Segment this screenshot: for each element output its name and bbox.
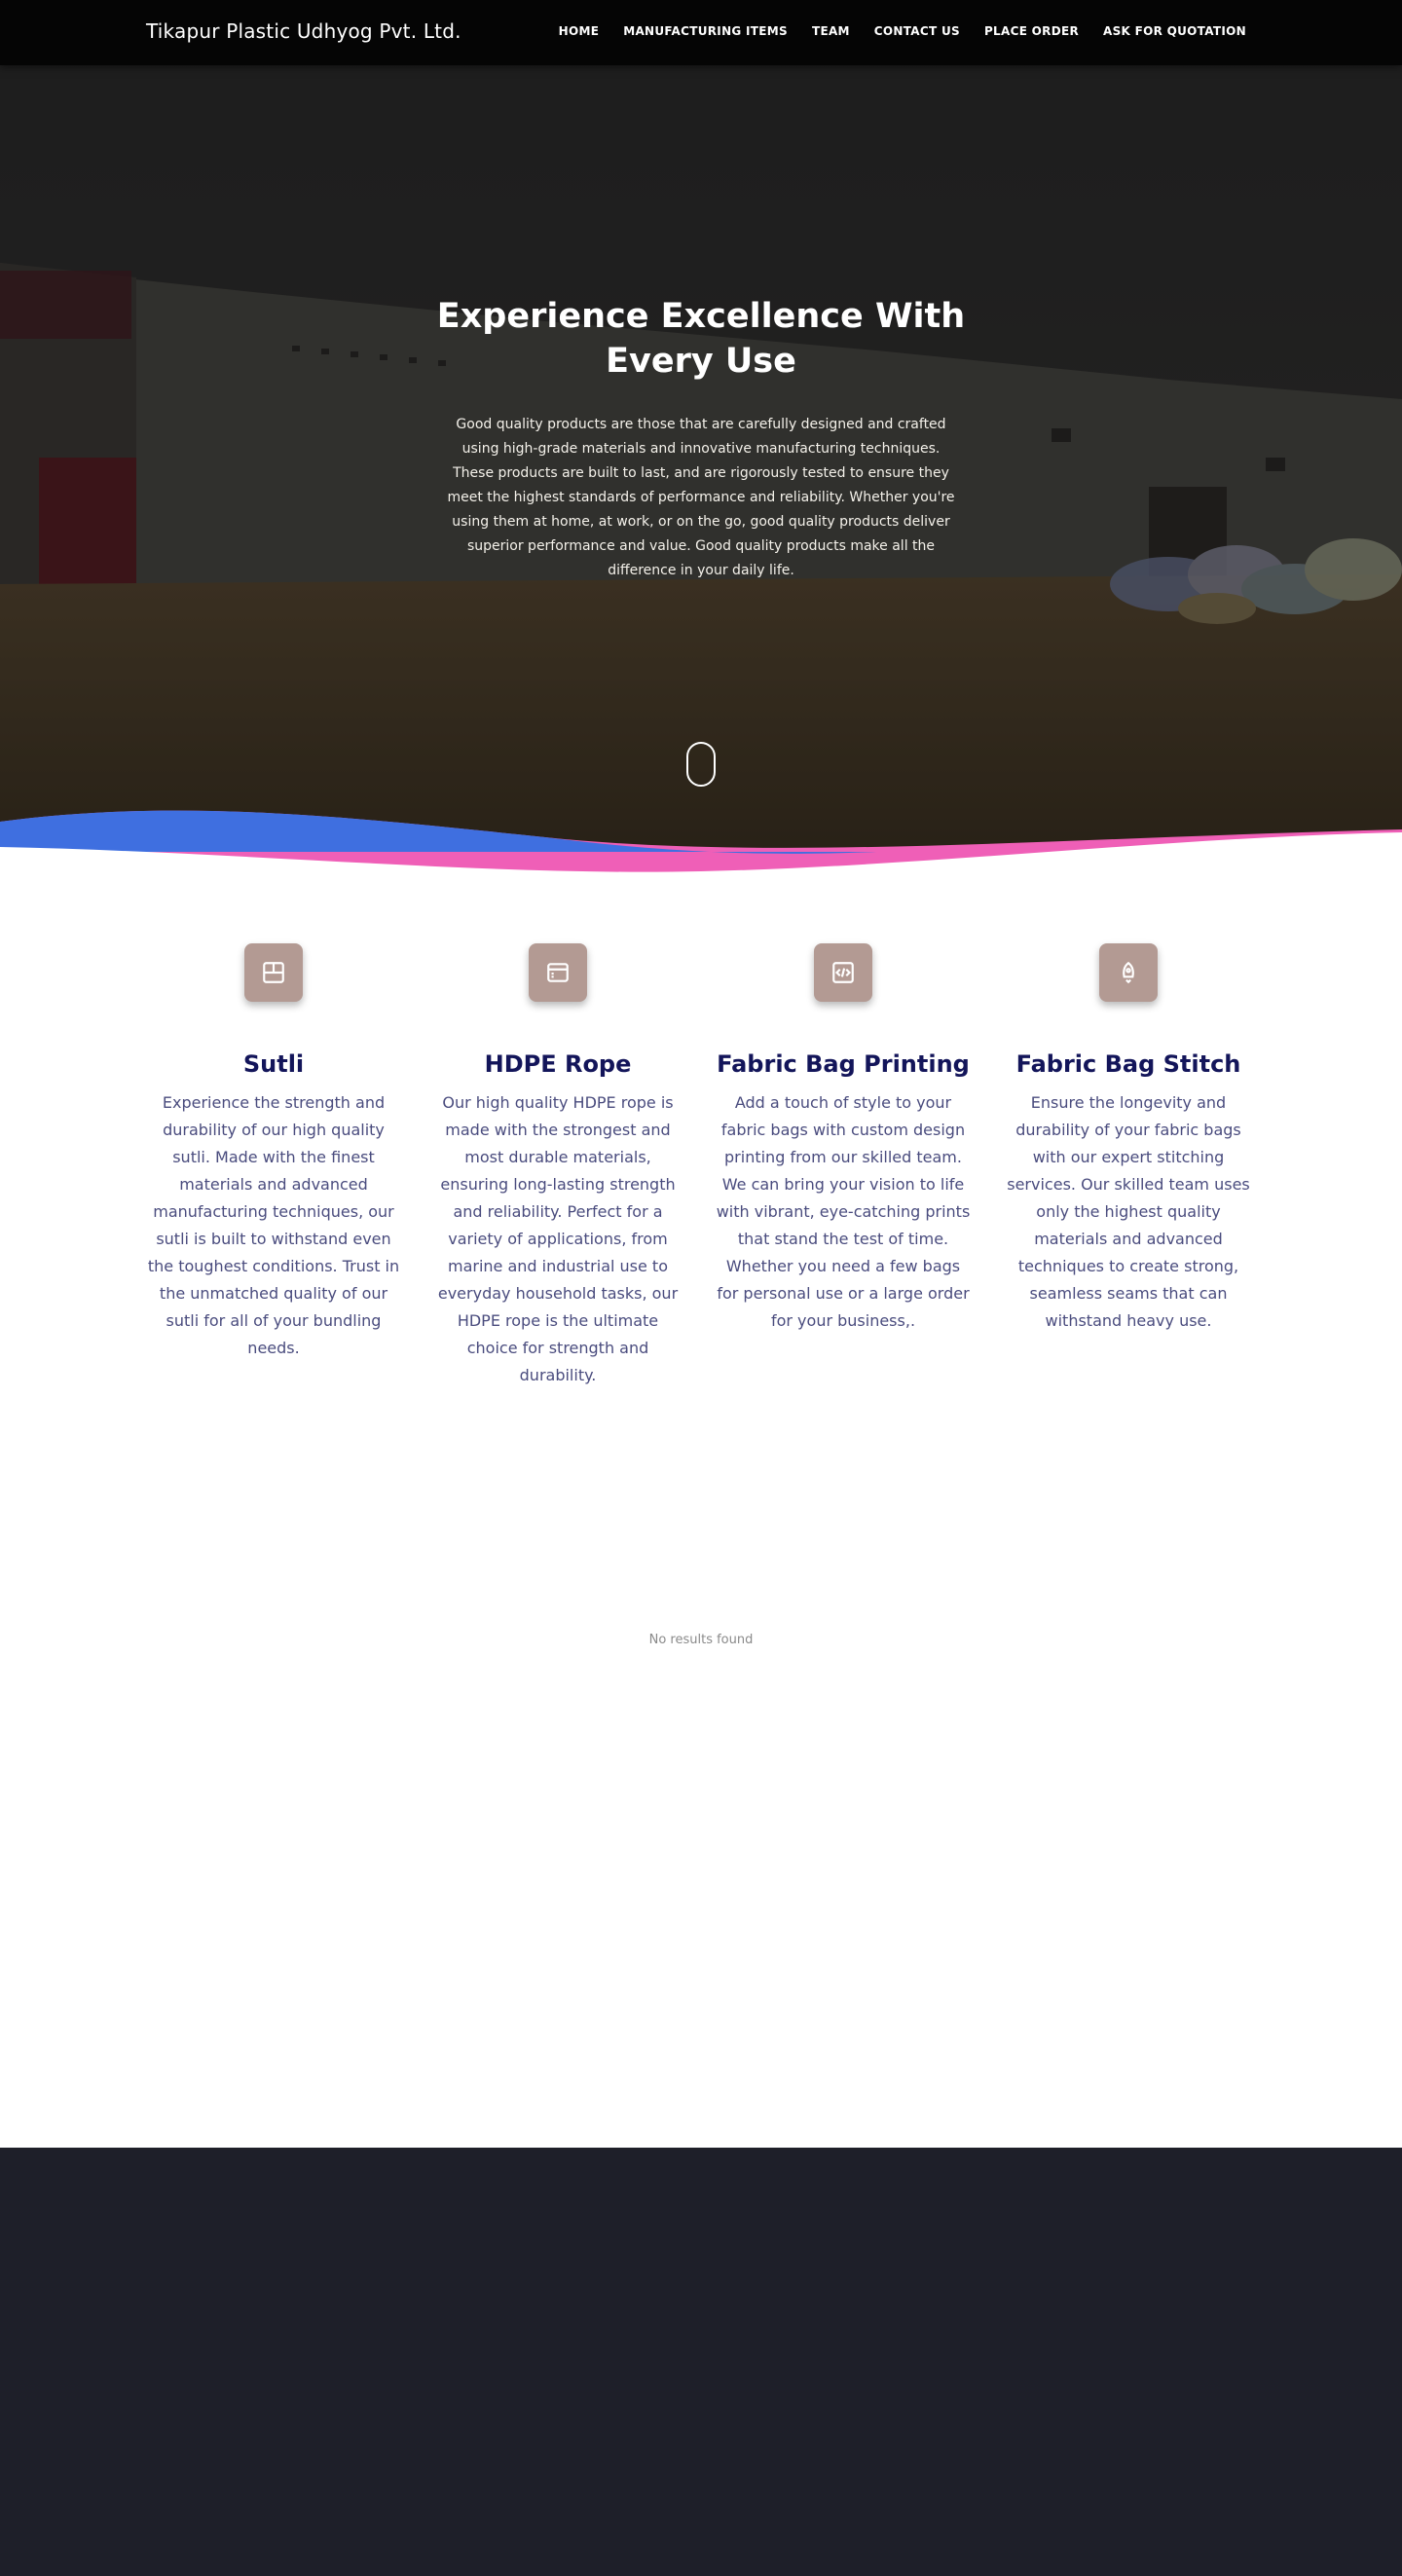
service-description: Experience the strength and durability o… xyxy=(147,1093,400,1357)
rocket-icon xyxy=(1099,943,1158,1002)
service-description: Ensure the longevity and durability of y… xyxy=(1007,1093,1250,1330)
nav-link-ask-for-quotation[interactable]: ASK FOR QUOTATION xyxy=(1103,24,1246,38)
service-title: Fabric Bag Printing xyxy=(717,1050,970,1078)
nav-link-contact-us[interactable]: CONTACT US xyxy=(874,24,960,38)
brand-logo-text[interactable]: Tikapur Plastic Udhyog Pvt. Ltd. xyxy=(146,19,461,43)
service-card-sutli: Sutli Experience the strength and durabi… xyxy=(146,915,401,1362)
service-description: Add a touch of style to your fabric bags… xyxy=(716,1093,971,1330)
nav-link-manufacturing-items[interactable]: MANUFACTURING ITEMS xyxy=(623,24,788,38)
nav-link-place-order[interactable]: PLACE ORDER xyxy=(984,24,1079,38)
services-section: Sutli Experience the strength and durabi… xyxy=(146,915,1256,1402)
service-description: Our high quality HDPE rope is made with … xyxy=(437,1093,679,1384)
scroll-down-mouse-icon[interactable] xyxy=(686,742,716,787)
service-title: HDPE Rope xyxy=(484,1050,632,1078)
top-navbar: Tikapur Plastic Udhyog Pvt. Ltd. HOME MA… xyxy=(0,0,1402,65)
service-card-fabric-bag-printing: Fabric Bag Printing Add a touch of style… xyxy=(716,915,971,1335)
nav-links: HOME MANUFACTURING ITEMS TEAM CONTACT US… xyxy=(559,24,1246,38)
layout-icon xyxy=(244,943,303,1002)
window-icon xyxy=(529,943,587,1002)
no-results-message: No results found xyxy=(648,1633,754,1647)
service-card-fabric-bag-stitch: Fabric Bag Stitch Ensure the longevity a… xyxy=(1001,915,1256,1335)
nav-link-home[interactable]: HOME xyxy=(559,24,600,38)
hero-section: Experience Excellence With Every Use Goo… xyxy=(0,0,1402,876)
hero-title: Experience Excellence With Every Use xyxy=(436,297,966,381)
hero-wave-divider xyxy=(0,810,1402,876)
hero-description: Good quality products are those that are… xyxy=(447,417,955,578)
nav-link-team[interactable]: TEAM xyxy=(812,24,850,38)
service-title: Fabric Bag Stitch xyxy=(1015,1050,1241,1078)
footer xyxy=(0,2148,1402,2576)
service-title: Sutli xyxy=(242,1050,305,1078)
code-icon xyxy=(814,943,872,1002)
service-card-hdpe-rope: HDPE Rope Our high quality HDPE rope is … xyxy=(430,915,685,1389)
